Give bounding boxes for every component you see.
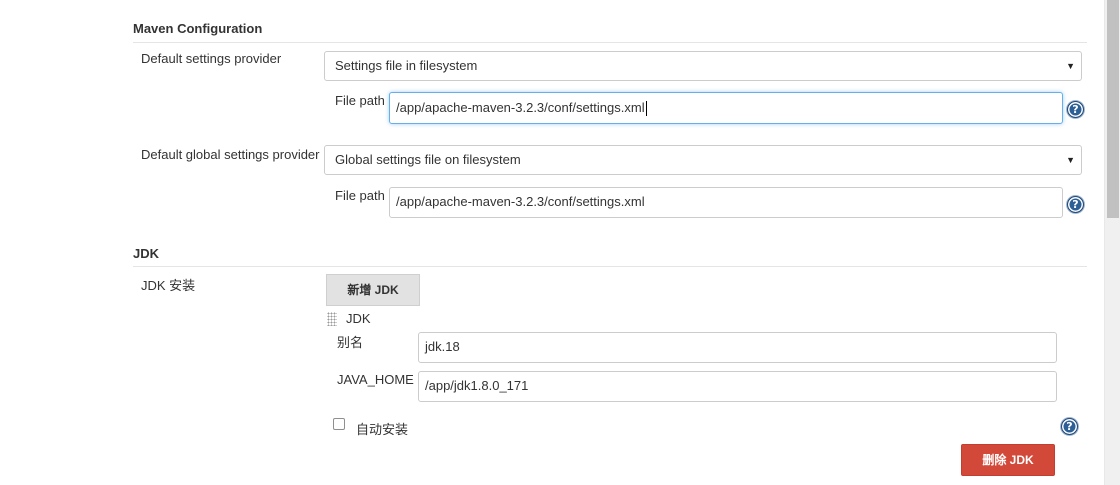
global-settings-label: Default global settings provider <box>141 147 320 162</box>
jdk-alias-value: jdk.18 <box>425 339 460 354</box>
default-settings-select[interactable]: Settings file in filesystem ▼ <box>324 51 1082 81</box>
jdk-divider <box>133 266 1087 267</box>
auto-install-label: 自动安装 <box>356 422 409 437</box>
help-icon[interactable]: ? <box>1067 196 1084 213</box>
add-jdk-button[interactable]: 新增 JDK <box>326 274 420 306</box>
help-icon[interactable]: ? <box>1061 418 1078 435</box>
delete-jdk-button[interactable]: 删除 JDK <box>961 444 1055 476</box>
global-settings-select[interactable]: Global settings file on filesystem ▼ <box>324 145 1082 175</box>
default-settings-selected: Settings file in filesystem <box>335 58 478 73</box>
maven-config-title: Maven Configuration <box>133 21 263 36</box>
jenkins-global-tool-config: Maven Configuration Default settings pro… <box>0 0 1120 485</box>
chevron-down-icon: ▼ <box>1066 61 1075 71</box>
jdk-install-label: JDK 安装 <box>141 278 196 293</box>
scrollbar-thumb[interactable] <box>1107 0 1119 218</box>
java-home-value: /app/jdk1.8.0_171 <box>425 378 529 393</box>
drag-handle-icon[interactable] <box>327 312 337 326</box>
java-home-label: JAVA_HOME <box>337 372 414 387</box>
global-settings-selected: Global settings file on filesystem <box>335 152 521 167</box>
global-settings-filepath-label: File path <box>335 188 385 203</box>
auto-install-checkbox[interactable] <box>333 418 345 430</box>
default-settings-filepath-label: File path <box>335 93 385 108</box>
global-settings-filepath-input[interactable]: /app/apache-maven-3.2.3/conf/settings.xm… <box>389 187 1063 218</box>
chevron-down-icon: ▼ <box>1066 155 1075 165</box>
global-settings-filepath-value: /app/apache-maven-3.2.3/conf/settings.xm… <box>396 194 645 209</box>
jdk-item-header: JDK <box>346 311 371 326</box>
jdk-alias-label: 别名 <box>337 335 364 350</box>
text-caret <box>645 101 647 117</box>
page-scrollbar[interactable] <box>1104 0 1120 485</box>
maven-config-divider <box>133 42 1087 43</box>
jdk-alias-input[interactable]: jdk.18 <box>418 332 1057 363</box>
default-settings-filepath-input[interactable]: /app/apache-maven-3.2.3/conf/settings.xm… <box>389 92 1063 124</box>
java-home-input[interactable]: /app/jdk1.8.0_171 <box>418 371 1057 402</box>
jdk-title: JDK <box>133 246 160 261</box>
default-settings-filepath-value: /app/apache-maven-3.2.3/conf/settings.xm… <box>396 100 645 115</box>
default-settings-label: Default settings provider <box>141 51 282 66</box>
help-icon[interactable]: ? <box>1067 101 1084 118</box>
